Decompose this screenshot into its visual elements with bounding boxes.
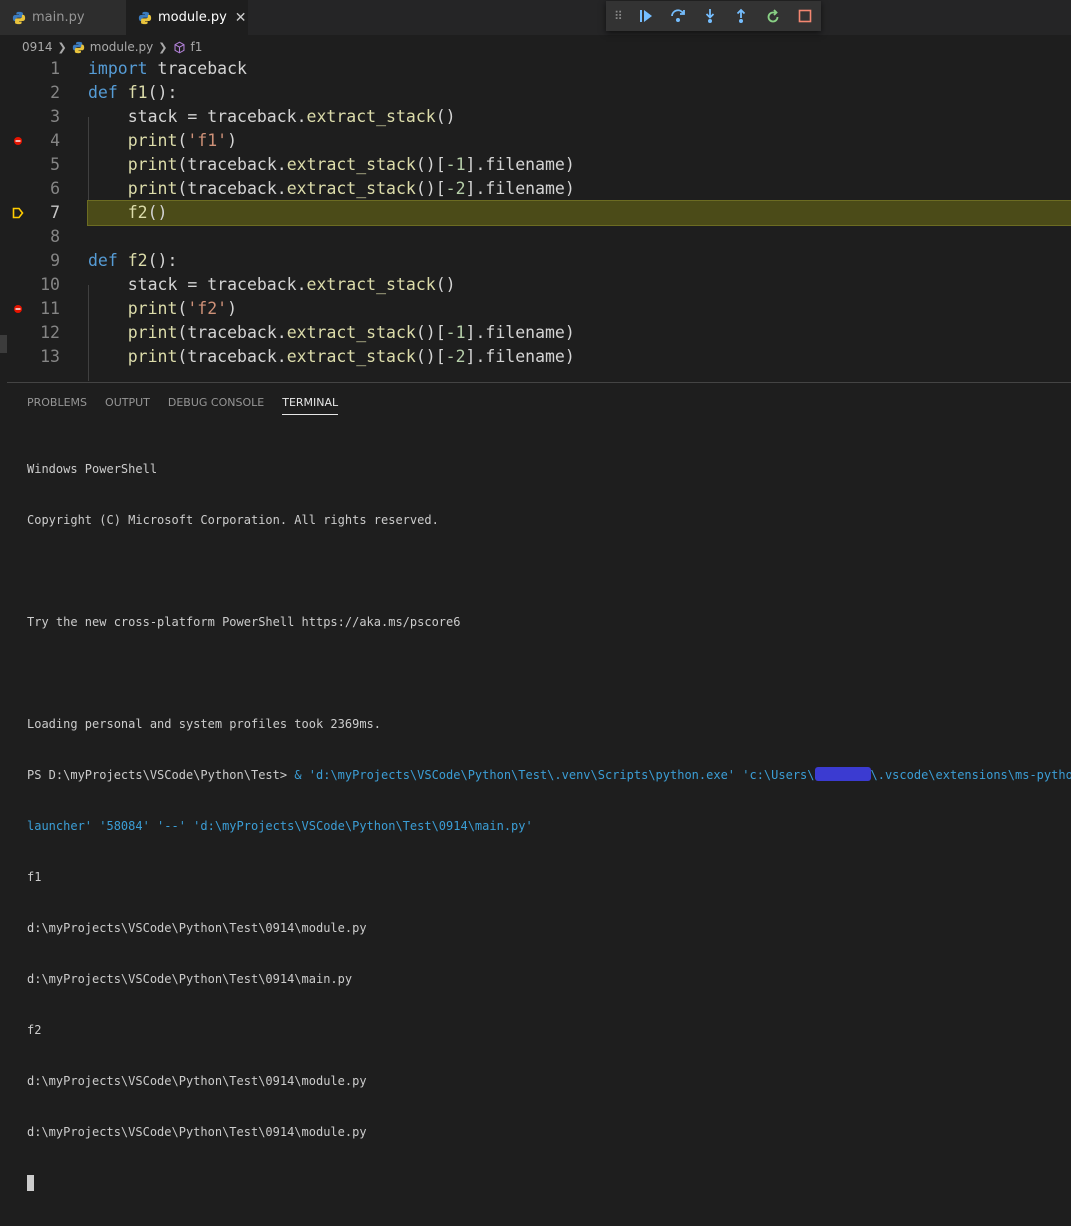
- code-line[interactable]: 9 def f2():: [0, 249, 1071, 273]
- terminal-line: Try the new cross-platform PowerShell ht…: [27, 614, 1071, 631]
- code-text: print('f1'): [88, 129, 237, 153]
- python-file-icon: [12, 11, 26, 25]
- code-line[interactable]: 5 print(traceback.extract_stack()[-1].fi…: [0, 153, 1071, 177]
- step-over-icon: [670, 8, 686, 24]
- line-number: 8: [0, 225, 60, 249]
- line-number: 6: [0, 177, 60, 201]
- continue-button[interactable]: [630, 1, 662, 31]
- code-text: print(traceback.extract_stack()[-1].file…: [88, 321, 575, 345]
- redacted-username: [815, 767, 871, 781]
- code-line[interactable]: 3 stack = traceback.extract_stack(): [0, 105, 1071, 129]
- stop-button[interactable]: [789, 1, 821, 31]
- close-icon[interactable]: ✕: [235, 10, 247, 26]
- terminal-line: d:\myProjects\VSCode\Python\Test\0914\mo…: [27, 1073, 1071, 1090]
- code-line[interactable]: 4 print('f1'): [0, 129, 1071, 153]
- code-text: print('f2'): [88, 297, 237, 321]
- step-out-button[interactable]: [725, 1, 757, 31]
- terminal-line: Copyright (C) Microsoft Corporation. All…: [27, 512, 1071, 529]
- breadcrumb-folder[interactable]: 0914: [22, 40, 53, 54]
- code-text: stack = traceback.extract_stack(): [88, 105, 456, 129]
- tab-module-py[interactable]: module.py ✕: [126, 0, 248, 35]
- continue-icon: [638, 8, 654, 24]
- code-text: def f1():: [88, 81, 177, 105]
- line-number: 9: [0, 249, 60, 273]
- terminal-line: f1: [27, 869, 1071, 886]
- terminal-input-line[interactable]: [27, 1175, 1071, 1192]
- step-over-button[interactable]: [662, 1, 694, 31]
- code-text: f2(): [88, 201, 168, 225]
- python-file-icon: [72, 41, 85, 54]
- line-number: 10: [0, 273, 60, 297]
- code-line[interactable]: 10 stack = traceback.extract_stack(): [0, 273, 1071, 297]
- code-editor[interactable]: 1 import traceback 2 def f1(): 3 stack =…: [0, 57, 1071, 380]
- terminal-command: & 'd:\myProjects\VSCode\Python\Test\.ven…: [287, 768, 814, 782]
- tab-label: main.py: [32, 10, 85, 25]
- terminal-line: d:\myProjects\VSCode\Python\Test\0914\ma…: [27, 971, 1071, 988]
- code-line[interactable]: 8: [0, 225, 1071, 249]
- code-line[interactable]: 1 import traceback: [0, 57, 1071, 81]
- restart-icon: [765, 8, 781, 24]
- breadcrumb: 0914 ❯ module.py ❯ f1: [22, 36, 202, 58]
- terminal-command-wrap: launcher' '58084' '--' 'd:\myProjects\VS…: [27, 818, 1071, 835]
- line-number: 1: [0, 57, 60, 81]
- terminal-cursor: [27, 1175, 34, 1191]
- line-number: 5: [0, 153, 60, 177]
- code-text: print(traceback.extract_stack()[-2].file…: [88, 345, 575, 369]
- line-number: 12: [0, 321, 60, 345]
- code-text: import traceback: [88, 57, 247, 81]
- tab-main-py[interactable]: main.py: [0, 0, 126, 35]
- method-symbol-icon: [173, 41, 186, 54]
- panel-tab-bar: PROBLEMS OUTPUT DEBUG CONSOLE TERMINAL: [27, 396, 356, 415]
- debug-toolbar: ⠿: [606, 1, 821, 31]
- code-line[interactable]: 11 print('f2'): [0, 297, 1071, 321]
- line-number: 11: [0, 297, 60, 321]
- tab-debug-console[interactable]: DEBUG CONSOLE: [168, 396, 264, 415]
- step-into-icon: [702, 8, 718, 24]
- code-line[interactable]: 2 def f1():: [0, 81, 1071, 105]
- line-number: 2: [0, 81, 60, 105]
- terminal-output[interactable]: Windows PowerShell Copyright (C) Microso…: [27, 427, 1071, 1226]
- tab-terminal[interactable]: TERMINAL: [282, 396, 338, 415]
- terminal-line: d:\myProjects\VSCode\Python\Test\0914\mo…: [27, 920, 1071, 937]
- line-number: 4: [0, 129, 60, 153]
- tab-output[interactable]: OUTPUT: [105, 396, 150, 415]
- terminal-command-line: PS D:\myProjects\VSCode\Python\Test> & '…: [27, 767, 1071, 784]
- bottom-panel: PROBLEMS OUTPUT DEBUG CONSOLE TERMINAL W…: [7, 382, 1071, 706]
- code-line[interactable]: 13 print(traceback.extract_stack()[-2].f…: [0, 345, 1071, 369]
- line-number: 7: [0, 201, 60, 225]
- tab-label: module.py: [158, 10, 227, 25]
- step-out-icon: [733, 8, 749, 24]
- terminal-line: f2: [27, 1022, 1071, 1039]
- breadcrumb-symbol[interactable]: f1: [191, 40, 203, 54]
- current-execution-line[interactable]: 7 f2(): [88, 201, 1071, 225]
- restart-button[interactable]: [757, 1, 789, 31]
- terminal-line: [27, 563, 1071, 580]
- code-line[interactable]: 12 print(traceback.extract_stack()[-1].f…: [0, 321, 1071, 345]
- terminal-line: d:\myProjects\VSCode\Python\Test\0914\mo…: [27, 1124, 1071, 1141]
- line-number: 13: [0, 345, 60, 369]
- step-into-button[interactable]: [694, 1, 726, 31]
- code-text: print(traceback.extract_stack()[-1].file…: [88, 153, 575, 177]
- terminal-line: Windows PowerShell: [27, 461, 1071, 478]
- terminal-line: Loading personal and system profiles too…: [27, 716, 1071, 733]
- code-text: stack = traceback.extract_stack(): [88, 273, 456, 297]
- python-file-icon: [138, 11, 152, 25]
- terminal-line: [27, 665, 1071, 682]
- editor-tab-bar: main.py module.py ✕: [0, 0, 1071, 35]
- terminal-prompt: PS D:\myProjects\VSCode\Python\Test>: [27, 768, 287, 782]
- breadcrumb-file[interactable]: module.py: [90, 40, 154, 54]
- drag-handle-icon[interactable]: ⠿: [614, 9, 630, 23]
- terminal-command-cont: \.vscode\extensions\ms-python.pyt: [871, 768, 1071, 782]
- stop-icon: [797, 8, 813, 24]
- tab-problems[interactable]: PROBLEMS: [27, 396, 87, 415]
- line-number: 3: [0, 105, 60, 129]
- code-text: print(traceback.extract_stack()[-2].file…: [88, 177, 575, 201]
- chevron-right-icon: ❯: [58, 41, 67, 54]
- code-text: def f2():: [88, 249, 177, 273]
- chevron-right-icon: ❯: [158, 41, 167, 54]
- code-line[interactable]: 6 print(traceback.extract_stack()[-2].fi…: [0, 177, 1071, 201]
